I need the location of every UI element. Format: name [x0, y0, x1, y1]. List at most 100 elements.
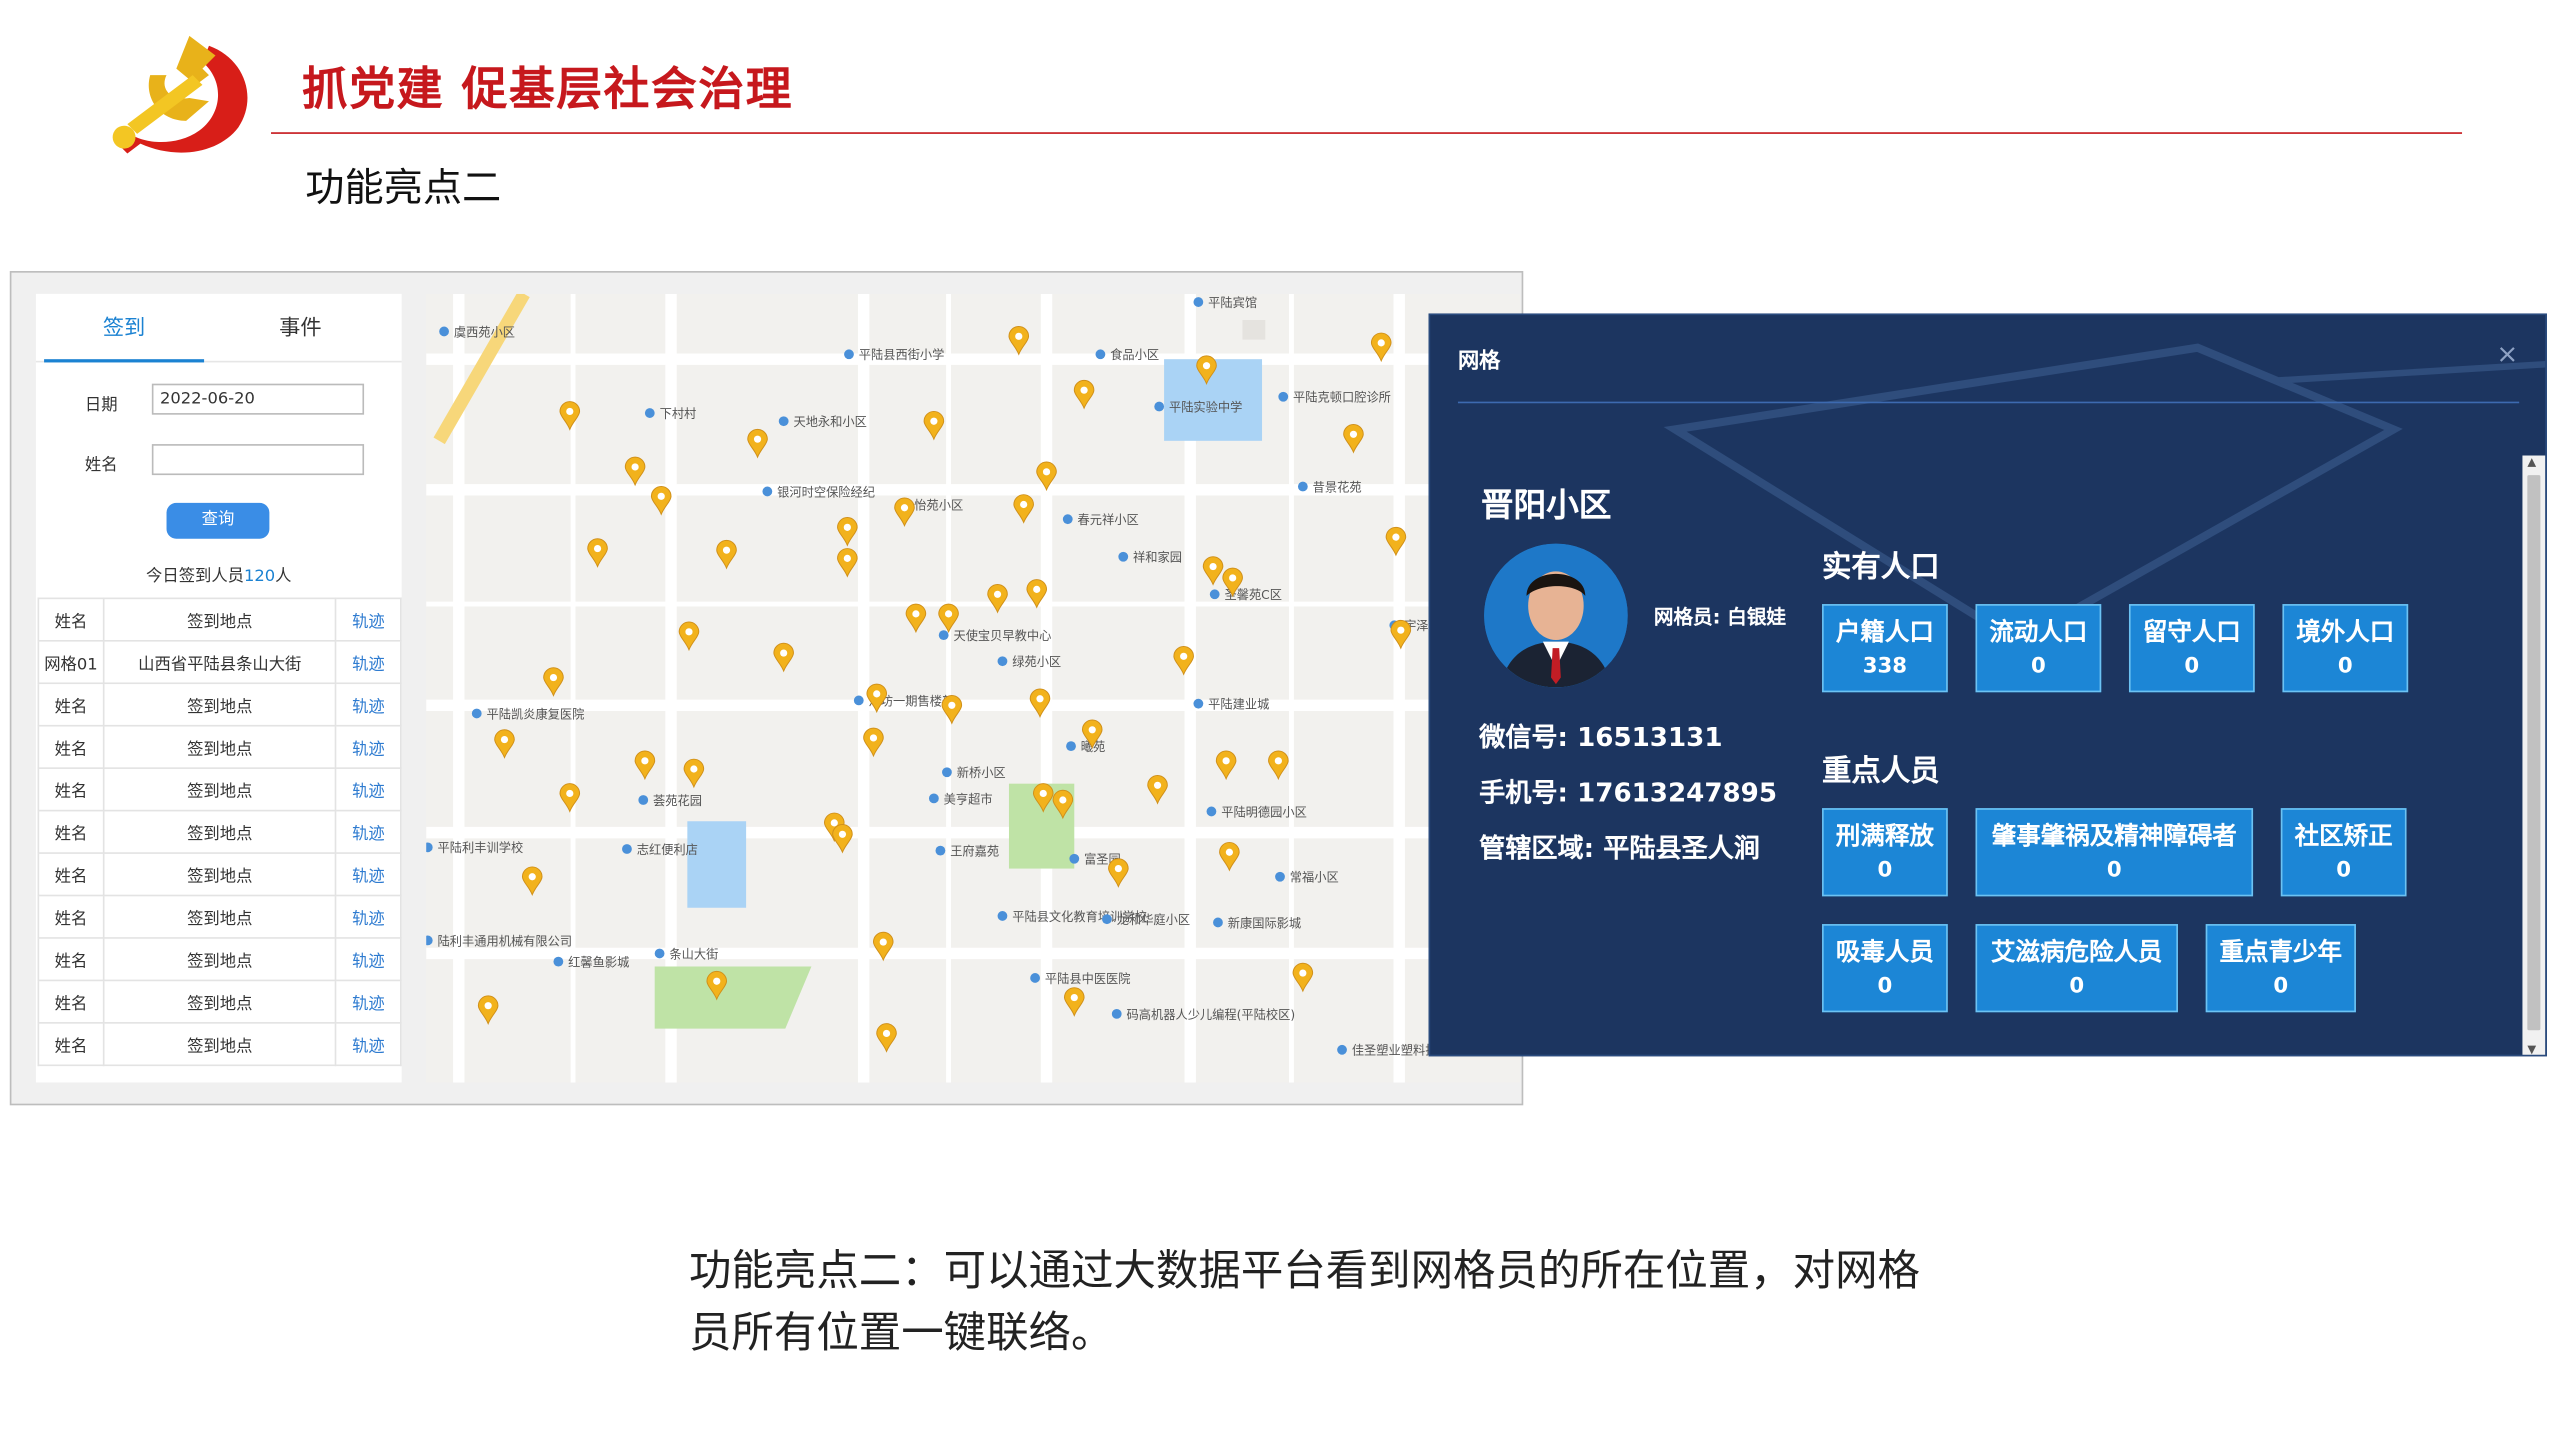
map-label: 条山大街: [669, 947, 718, 961]
location-pin-icon[interactable]: [521, 866, 543, 897]
poi-icon: [762, 486, 773, 497]
row-location-cell: 山西省平陆县条山大街: [102, 639, 337, 685]
row-name-cell: 姓名: [37, 894, 105, 939]
map-label: 红馨鱼影城: [568, 955, 629, 970]
location-pin-icon[interactable]: [832, 824, 853, 854]
location-pin-icon[interactable]: [624, 456, 646, 487]
pin-dot: [1036, 695, 1044, 703]
pin-dot: [912, 610, 920, 618]
map-label: 平陆建业城: [1208, 697, 1269, 712]
location-pin-icon[interactable]: [905, 603, 927, 634]
location-pin-icon[interactable]: [1219, 841, 1240, 872]
map-label: 平陆县西街小学: [859, 347, 945, 362]
location-pin-icon[interactable]: [634, 750, 656, 781]
table-row: 姓名 签到地点 轨迹: [37, 894, 402, 939]
query-button[interactable]: 查询: [166, 502, 270, 539]
track-link[interactable]: 轨迹: [335, 767, 402, 812]
location-pin-icon[interactable]: [938, 603, 959, 634]
map-label: 志红便利店: [637, 842, 698, 857]
location-pin-icon[interactable]: [1063, 987, 1085, 1017]
tab-checkin[interactable]: 签到: [44, 294, 205, 363]
pin-dot: [528, 873, 536, 881]
location-pin-icon[interactable]: [1073, 379, 1095, 410]
track-link[interactable]: 轨迹: [335, 597, 402, 642]
location-pin-icon[interactable]: [1268, 750, 1289, 781]
location-pin-icon[interactable]: [1147, 775, 1168, 805]
close-icon[interactable]: ×: [2496, 338, 2518, 369]
pin-dot: [1015, 332, 1023, 340]
caption: 功能亮点二：可以通过大数据平台看到网格员的所在位置，对网格 员所有位置一键联络。: [689, 1241, 1995, 1365]
poi-icon: [1278, 391, 1289, 402]
pin-dot: [549, 673, 558, 682]
stat-button[interactable]: 肇事肇祸及精神障碍者 0: [1975, 808, 2254, 897]
map-view[interactable]: 虞西苑小区 平陆县西街小学 食品小区 平陆宾馆 平陆克顿口腔诊所 天地永和小区 平陆实验中学…: [426, 293, 1520, 1083]
jurisdiction-area: 管辖区域: 平陆县圣人涧: [1479, 832, 1760, 864]
track-link[interactable]: 轨迹: [335, 682, 402, 727]
stat-button[interactable]: 流动人口 0: [1975, 604, 2102, 693]
location-pin-icon[interactable]: [923, 410, 945, 441]
location-pin-icon[interactable]: [941, 695, 963, 725]
track-link[interactable]: 轨迹: [335, 979, 402, 1024]
location-pin-icon[interactable]: [837, 548, 858, 578]
pin-dot: [1033, 585, 1041, 593]
stat-label: 社区矫正: [2294, 821, 2393, 851]
track-link[interactable]: 轨迹: [335, 639, 402, 685]
stat-button[interactable]: 社区矫正 0: [2280, 808, 2407, 897]
track-link[interactable]: 轨迹: [335, 937, 402, 982]
location-pin-icon[interactable]: [1013, 494, 1034, 524]
stat-button[interactable]: 吸毒人员 0: [1822, 924, 1948, 1013]
scrollbar-thumb[interactable]: [2527, 475, 2541, 1031]
dialog-scrollbar[interactable]: ▲ ▼: [2522, 455, 2546, 1055]
person-photo-icon: [1484, 543, 1628, 688]
location-pin-icon[interactable]: [559, 783, 581, 813]
track-link[interactable]: 轨迹: [335, 809, 402, 854]
stat-value: 0: [2106, 858, 2122, 884]
stat-button[interactable]: 留守人口 0: [2128, 604, 2255, 693]
location-pin-icon[interactable]: [543, 667, 564, 697]
stat-button[interactable]: 艾滋病危险人员 0: [1975, 924, 2178, 1013]
location-pin-icon[interactable]: [987, 584, 1008, 614]
location-pin-icon[interactable]: [1108, 858, 1129, 888]
stat-button[interactable]: 境外人口 0: [2282, 604, 2409, 693]
poi-icon: [853, 695, 864, 706]
location-pin-icon[interactable]: [559, 401, 581, 431]
location-pin-icon[interactable]: [773, 642, 794, 673]
location-pin-icon[interactable]: [494, 729, 515, 759]
track-link[interactable]: 轨迹: [335, 852, 402, 897]
location-pin-icon[interactable]: [894, 497, 915, 528]
tab-events[interactable]: 事件: [220, 294, 380, 363]
track-link[interactable]: 轨迹: [335, 894, 402, 939]
stat-button[interactable]: 户籍人口 338: [1822, 604, 1948, 693]
date-field[interactable]: 2022-06-20: [151, 383, 365, 415]
stat-label: 吸毒人员: [1835, 937, 1934, 967]
map-label: 平陆实验中学: [1169, 399, 1242, 414]
location-pin-icon[interactable]: [876, 1023, 897, 1053]
location-pin-icon[interactable]: [477, 995, 499, 1025]
location-pin-icon[interactable]: [1202, 556, 1224, 586]
name-field[interactable]: [151, 444, 365, 476]
count-number: 120: [244, 568, 276, 587]
stat-button[interactable]: 重点青少年 0: [2205, 924, 2356, 1013]
location-pin-icon[interactable]: [1008, 326, 1030, 356]
pin-dot: [631, 463, 639, 471]
scroll-up-icon[interactable]: ▲: [2527, 456, 2536, 469]
stat-button[interactable]: 刑满释放 0: [1822, 808, 1948, 897]
track-link[interactable]: 轨迹: [335, 724, 402, 769]
location-pin-icon[interactable]: [587, 538, 608, 568]
location-pin-icon[interactable]: [683, 758, 705, 789]
poi-icon: [928, 793, 939, 804]
map-label: 平陆克顿口腔诊所: [1293, 390, 1391, 405]
track-link[interactable]: 轨迹: [335, 1022, 402, 1067]
location-pin-icon[interactable]: [678, 621, 700, 652]
stat-label: 流动人口: [1989, 617, 2088, 647]
location-pin-icon[interactable]: [1292, 962, 1314, 993]
scroll-down-icon[interactable]: ▼: [2527, 1043, 2536, 1054]
location-pin-icon[interactable]: [747, 428, 768, 459]
location-pin-icon[interactable]: [1215, 750, 1237, 781]
row-location-cell: 签到地点: [102, 937, 337, 982]
poi-icon: [1297, 481, 1308, 492]
location-pin-icon[interactable]: [837, 517, 858, 547]
location-pin-icon[interactable]: [1343, 424, 1364, 454]
pin-dot: [1209, 562, 1217, 571]
location-pin-icon[interactable]: [716, 539, 737, 570]
